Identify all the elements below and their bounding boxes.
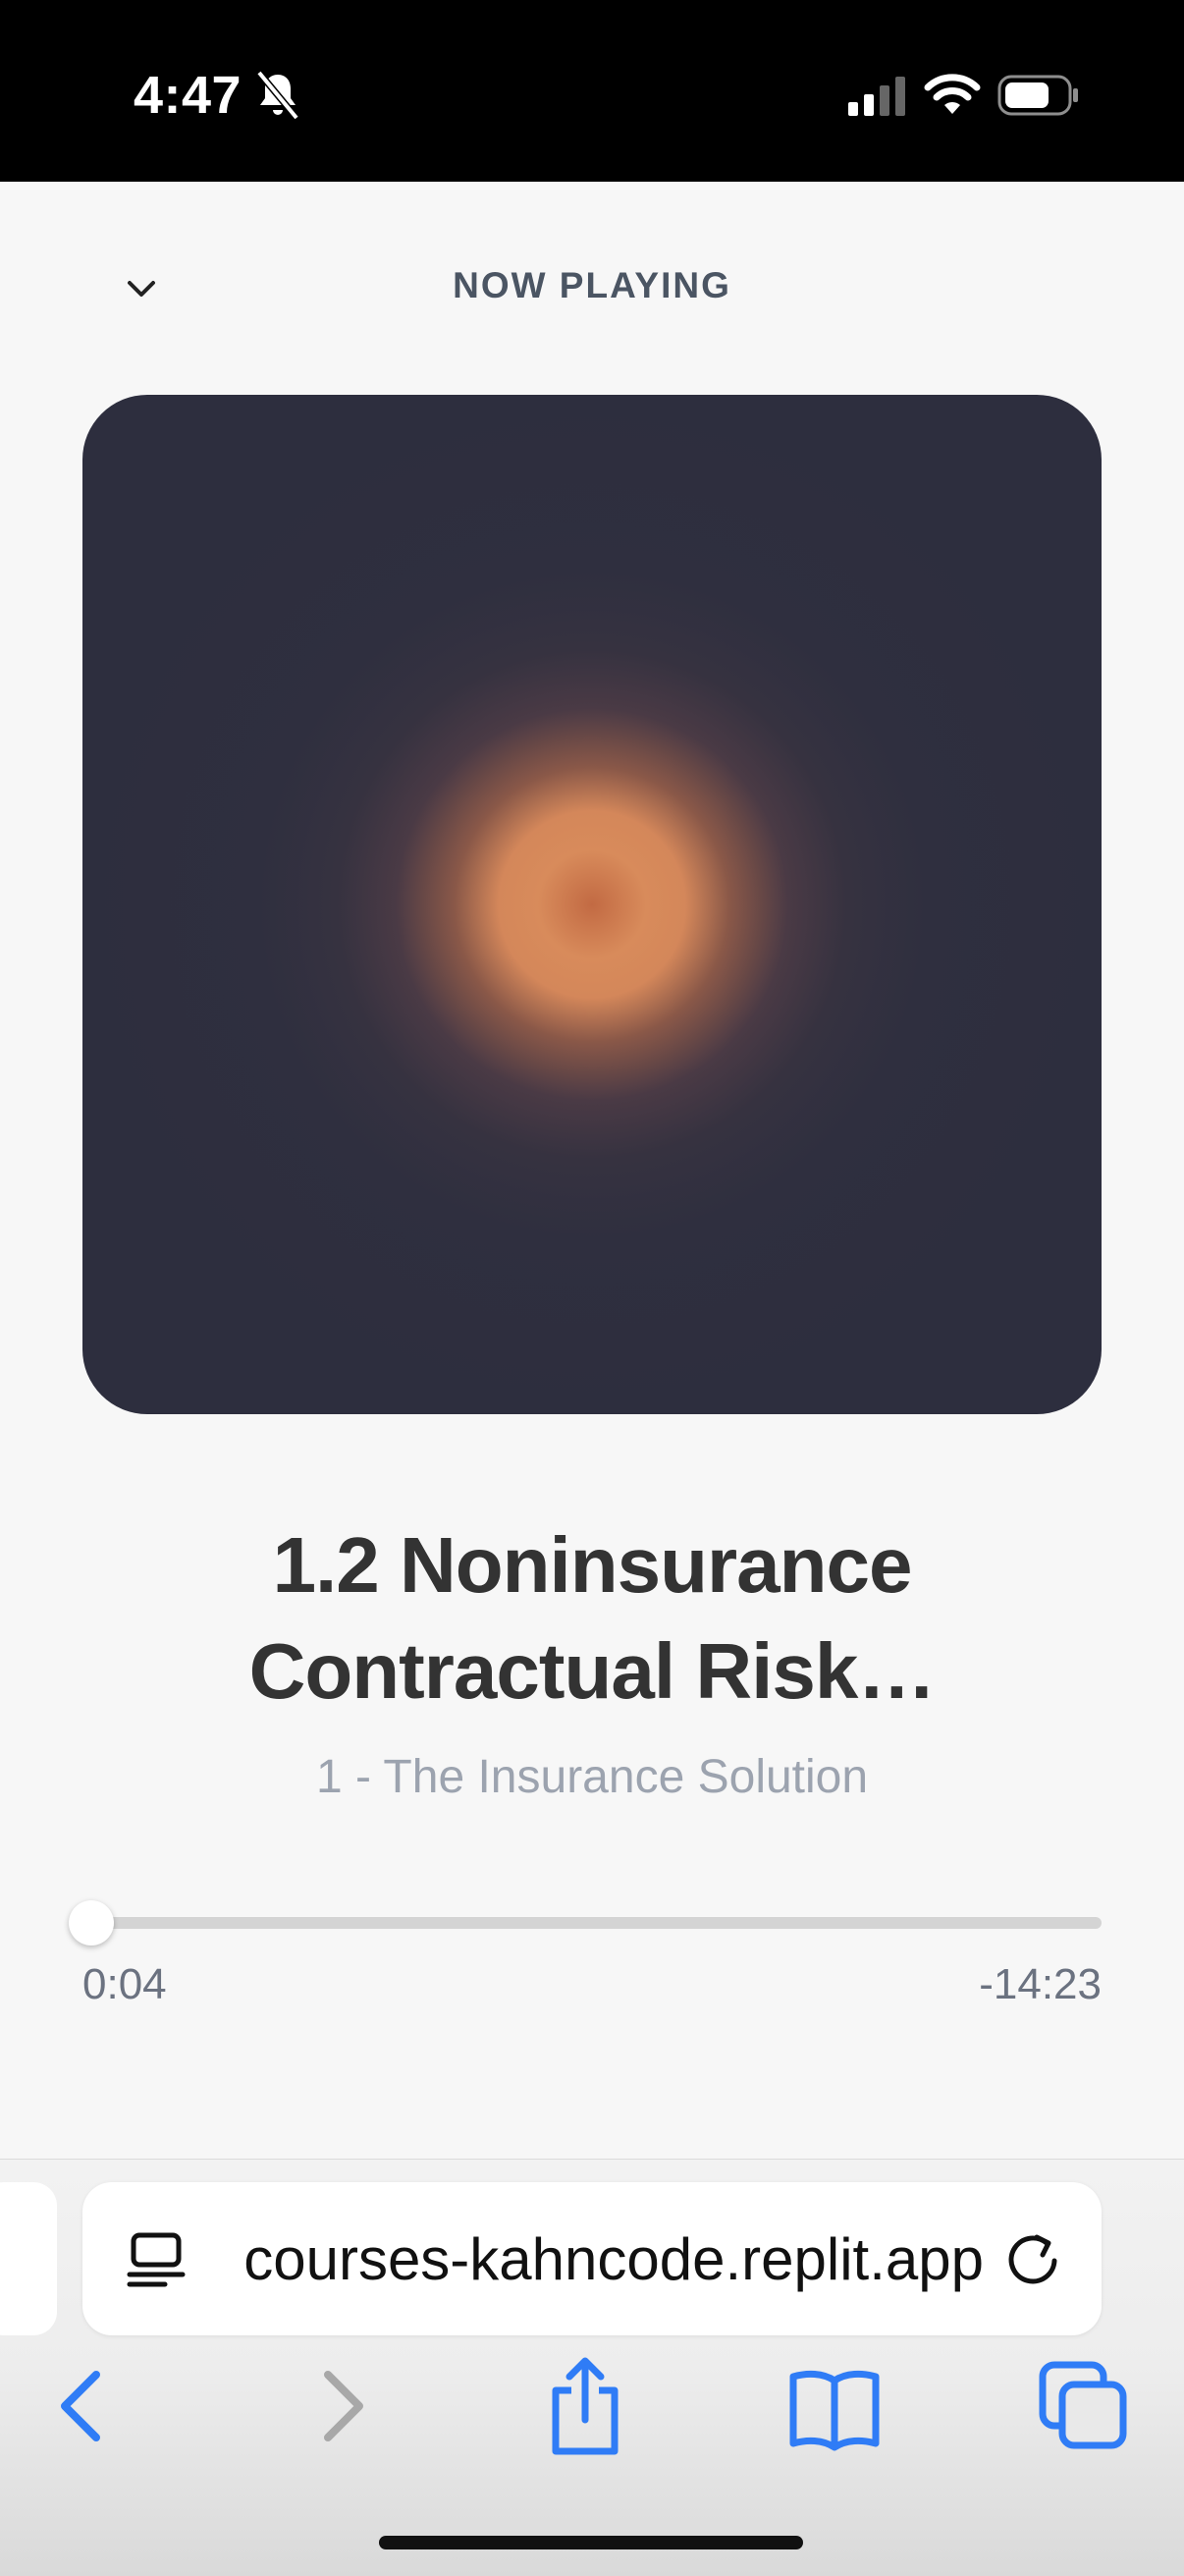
track-title: 1.2 Noninsurance Contractual Risk…: [248, 1521, 937, 1715]
status-bar: 4:47: [0, 0, 1184, 182]
status-time: 4:47: [134, 66, 242, 125]
back-icon[interactable]: [35, 2357, 134, 2455]
wifi-icon: [924, 74, 981, 114]
track-subtitle: 1 - The Insurance Solution: [315, 1751, 869, 1803]
remaining-time: -14:23: [979, 1960, 1102, 2008]
elapsed-time: 0:04: [82, 1960, 167, 2008]
tabs-icon[interactable]: [1035, 2357, 1133, 2455]
silent-bell-icon: [256, 70, 299, 121]
page-menu-icon[interactable]: [126, 2229, 187, 2288]
bookmarks-icon[interactable]: [785, 2357, 884, 2455]
forward-icon[interactable]: [291, 2357, 389, 2455]
previous-tab-peek[interactable]: [0, 2182, 57, 2335]
address-bar[interactable]: courses-kahncode.replit.app: [82, 2182, 1102, 2335]
share-icon[interactable]: [536, 2357, 634, 2455]
progress-thumb[interactable]: [69, 1900, 115, 1946]
progress-slider[interactable]: [69, 1900, 1102, 1946]
reload-icon[interactable]: [1003, 2229, 1062, 2288]
now-playing-label: NOW PLAYING: [453, 265, 731, 305]
battery-icon: [997, 75, 1078, 116]
home-indicator[interactable]: [379, 2536, 803, 2549]
album-artwork: [82, 395, 1102, 1414]
url-text[interactable]: courses-kahncode.replit.app: [228, 2225, 984, 2293]
cellular-signal-icon: [848, 77, 905, 116]
